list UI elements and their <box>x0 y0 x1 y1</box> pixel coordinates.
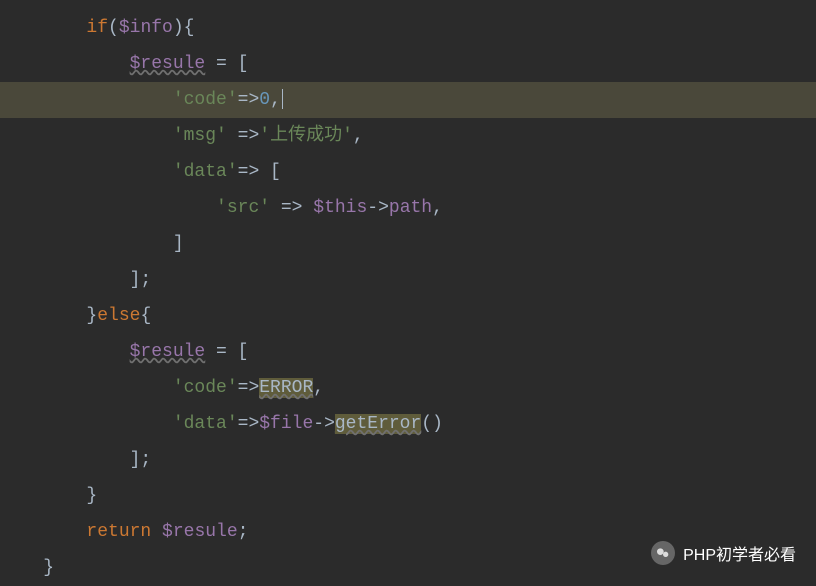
method-call: getError <box>335 414 421 434</box>
string: 'msg' <box>173 126 227 146</box>
string: 'code' <box>173 378 238 398</box>
string: 'src' <box>216 198 270 218</box>
keyword-if: if <box>86 18 108 38</box>
variable: $this <box>313 198 367 218</box>
code-line: } <box>0 478 816 514</box>
code-line: if($info){ <box>0 10 816 46</box>
keyword-return: return <box>86 522 151 542</box>
code-line: $resule = [ <box>0 46 816 82</box>
code-line: ] <box>0 226 816 262</box>
property: path <box>389 198 432 218</box>
number: 0 <box>259 90 270 110</box>
variable: $resule <box>130 342 206 362</box>
code-line: 'data'=>$file->getError() <box>0 406 816 442</box>
code-line: $resule = [ <box>0 334 816 370</box>
code-editor[interactable]: if($info){ $resule = [ 'code'=>0, 'msg' … <box>0 0 816 586</box>
variable: $info <box>119 18 173 38</box>
string: 'code' <box>173 90 238 110</box>
variable: $resule <box>130 54 206 74</box>
code-line: 'msg' =>'上传成功', <box>0 118 816 154</box>
code-line: 'data'=> [ <box>0 154 816 190</box>
wechat-icon <box>651 541 675 565</box>
variable: $file <box>259 414 313 434</box>
watermark: PHP初学者必看 <box>651 541 796 565</box>
watermark-text: PHP初学者必看 <box>683 541 796 565</box>
constant: ERROR <box>259 378 313 398</box>
code-line: ]; <box>0 442 816 478</box>
code-line: 'src' => $this->path, <box>0 190 816 226</box>
keyword-else: else <box>97 306 140 326</box>
code-line-active: 'code'=>0, <box>0 82 816 118</box>
string: 'data' <box>173 414 238 434</box>
variable: $resule <box>162 522 238 542</box>
code-line: }else{ <box>0 298 816 334</box>
code-line: 'code'=>ERROR, <box>0 370 816 406</box>
cursor <box>282 89 283 109</box>
string: '上传成功' <box>259 126 353 146</box>
string: 'data' <box>173 162 238 182</box>
code-line: ]; <box>0 262 816 298</box>
